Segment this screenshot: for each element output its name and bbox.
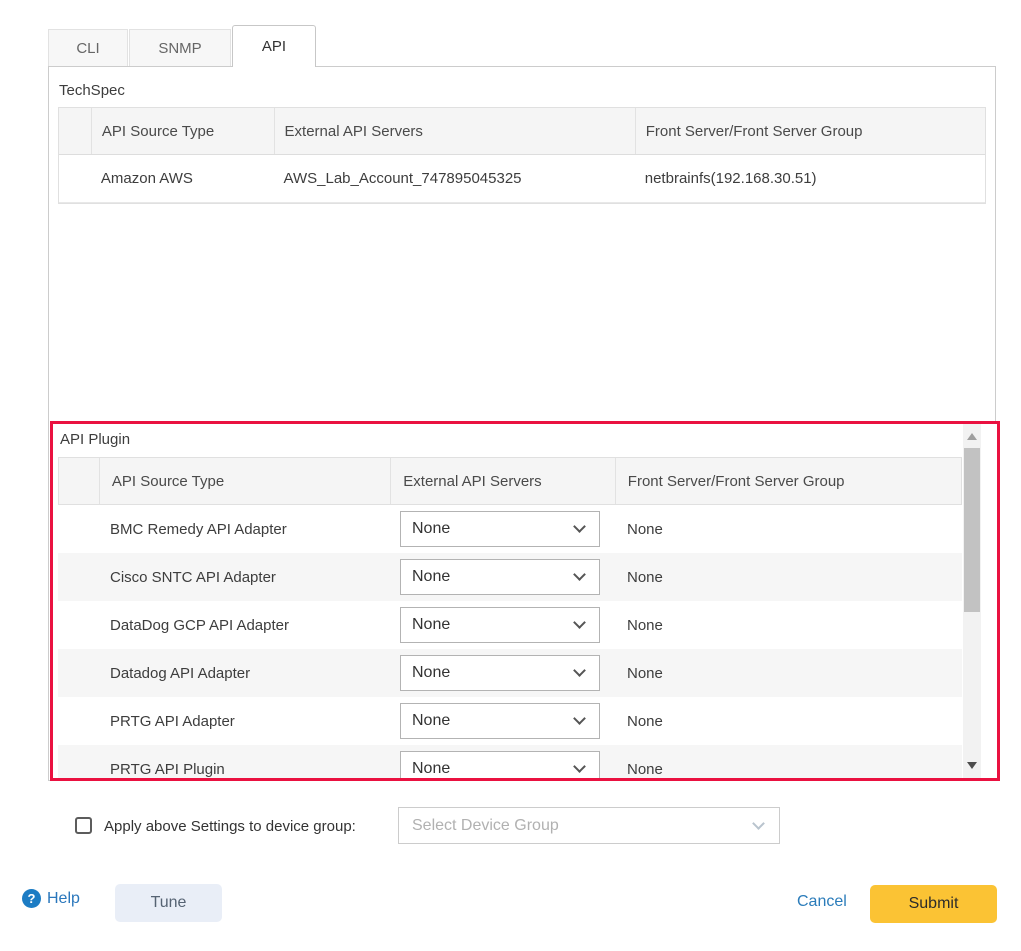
device-group-select[interactable]: Select Device Group xyxy=(398,807,780,844)
row-selector-cell xyxy=(58,649,98,697)
row-selector-cell xyxy=(58,505,98,553)
scroll-down-arrow-icon[interactable] xyxy=(967,762,977,769)
row-selector-cell xyxy=(58,553,98,601)
selected-value: None xyxy=(412,616,450,634)
external-api-server-select[interactable]: None xyxy=(400,655,600,691)
cell-front-server: None xyxy=(615,697,962,745)
header-api-source-type: API Source Type xyxy=(91,108,274,154)
help-link[interactable]: ? Help xyxy=(22,889,80,908)
chevron-down-icon xyxy=(573,712,586,725)
selected-value: None xyxy=(412,760,450,778)
cell-front-server: None xyxy=(615,745,962,781)
chevron-down-icon xyxy=(573,760,586,773)
cell-api-source-type: Cisco SNTC API Adapter xyxy=(98,553,390,601)
selected-value: None xyxy=(412,712,450,730)
cell-front-server: None xyxy=(615,505,962,553)
tab-api[interactable]: API xyxy=(232,25,316,67)
cell-external-api-servers: AWS_Lab_Account_747895045325 xyxy=(274,155,635,202)
apply-settings-label: Apply above Settings to device group: xyxy=(104,818,356,835)
vertical-scrollbar[interactable] xyxy=(963,424,981,778)
cell-front-server: None xyxy=(615,649,962,697)
row-selector-cell xyxy=(58,601,98,649)
chevron-down-icon xyxy=(752,817,765,830)
cell-external-api-servers: None xyxy=(390,505,615,553)
api-plugin-section-label: API Plugin xyxy=(60,431,130,448)
header-external-api-servers: External API Servers xyxy=(390,458,615,504)
table-row: Amazon AWS AWS_Lab_Account_747895045325 … xyxy=(59,155,985,203)
chevron-down-icon xyxy=(573,664,586,677)
header-external-api-servers: External API Servers xyxy=(274,108,635,154)
selected-value: None xyxy=(412,664,450,682)
techspec-table: API Source Type External API Servers Fro… xyxy=(58,107,986,204)
cell-api-source-type: PRTG API Plugin xyxy=(98,745,390,781)
techspec-table-header: API Source Type External API Servers Fro… xyxy=(59,108,985,155)
cancel-button[interactable]: Cancel xyxy=(797,893,847,911)
techspec-table-body: Amazon AWS AWS_Lab_Account_747895045325 … xyxy=(59,155,985,203)
chevron-down-icon xyxy=(573,568,586,581)
cell-external-api-servers: None xyxy=(390,553,615,601)
header-api-source-type: API Source Type xyxy=(99,458,390,504)
api-plugin-section: API Plugin API Source Type External API … xyxy=(50,421,1000,781)
row-selector-cell xyxy=(58,697,98,745)
cell-front-server: None xyxy=(615,553,962,601)
header-row-selector xyxy=(59,458,99,504)
help-icon: ? xyxy=(22,889,41,908)
cell-external-api-servers: None xyxy=(390,649,615,697)
external-api-server-select[interactable]: None xyxy=(400,703,600,739)
cell-api-source-type: Amazon AWS xyxy=(91,155,274,202)
selected-value: None xyxy=(412,520,450,538)
cell-front-server: netbrainfs(192.168.30.51) xyxy=(635,155,985,202)
tab-snmp[interactable]: SNMP xyxy=(129,29,231,66)
apply-settings-checkbox[interactable] xyxy=(75,817,92,834)
scrollbar-thumb[interactable] xyxy=(964,448,980,612)
selected-value: None xyxy=(412,568,450,586)
cell-external-api-servers: None xyxy=(390,697,615,745)
chevron-down-icon xyxy=(573,616,586,629)
device-group-placeholder: Select Device Group xyxy=(412,817,559,835)
tune-button[interactable]: Tune xyxy=(115,884,222,922)
tab-cli[interactable]: CLI xyxy=(48,29,128,66)
table-row: PRTG API Plugin None None xyxy=(58,745,962,781)
api-plugin-table: API Source Type External API Servers Fro… xyxy=(58,457,962,781)
header-front-server: Front Server/Front Server Group xyxy=(635,108,985,154)
table-row: BMC Remedy API Adapter None None xyxy=(58,505,962,553)
cell-external-api-servers: None xyxy=(390,745,615,781)
cell-api-source-type: BMC Remedy API Adapter xyxy=(98,505,390,553)
techspec-section-label: TechSpec xyxy=(59,82,125,99)
api-plugin-table-body: BMC Remedy API Adapter None None Cisco S… xyxy=(58,505,962,781)
table-row: Cisco SNTC API Adapter None None xyxy=(58,553,962,601)
scroll-up-arrow-icon[interactable] xyxy=(967,433,977,440)
submit-button[interactable]: Submit xyxy=(870,885,997,923)
cell-front-server: None xyxy=(615,601,962,649)
cell-api-source-type: PRTG API Adapter xyxy=(98,697,390,745)
help-label: Help xyxy=(47,890,80,908)
cell-api-source-type: Datadog API Adapter xyxy=(98,649,390,697)
table-row: DataDog GCP API Adapter None None xyxy=(58,601,962,649)
header-row-selector xyxy=(59,108,91,154)
cell-external-api-servers: None xyxy=(390,601,615,649)
external-api-server-select[interactable]: None xyxy=(400,559,600,595)
cell-api-source-type: DataDog GCP API Adapter xyxy=(98,601,390,649)
header-front-server: Front Server/Front Server Group xyxy=(615,458,961,504)
api-plugin-table-header: API Source Type External API Servers Fro… xyxy=(58,457,962,505)
table-row: PRTG API Adapter None None xyxy=(58,697,962,745)
row-selector-cell xyxy=(58,745,98,781)
tab-bar: CLI SNMP API xyxy=(48,25,316,66)
chevron-down-icon xyxy=(573,520,586,533)
external-api-server-select[interactable]: None xyxy=(400,511,600,547)
table-row: Datadog API Adapter None None xyxy=(58,649,962,697)
external-api-server-select[interactable]: None xyxy=(400,607,600,643)
row-selector-cell xyxy=(59,155,91,202)
external-api-server-select[interactable]: None xyxy=(400,751,600,781)
